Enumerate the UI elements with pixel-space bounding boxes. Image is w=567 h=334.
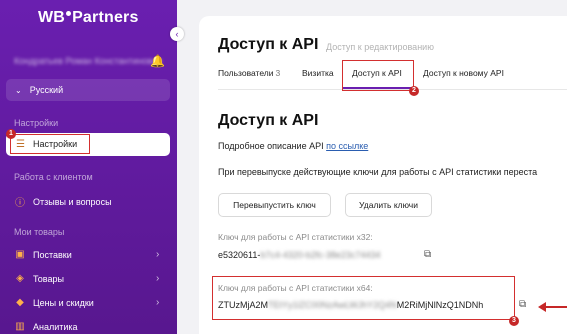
bar-chart-icon: ▥ xyxy=(15,321,25,332)
sidebar-item-label: Товары xyxy=(33,273,64,284)
copy-icon[interactable]: ⧉ xyxy=(424,249,431,260)
copy-icon[interactable]: ⧉ xyxy=(519,299,526,310)
reissue-key-button[interactable]: Перевыпустить ключ xyxy=(218,193,331,217)
tab-business-card[interactable]: Визитка xyxy=(302,68,334,78)
box-icon: ◈ xyxy=(16,273,24,284)
sidebar-item-prices[interactable]: ◆ Цены и скидки › xyxy=(12,297,159,308)
logo[interactable]: WB Partners xyxy=(38,9,139,27)
sidebar-item-label: Цены и скидки xyxy=(33,297,94,308)
sidebar: WB Partners Кондратьев Роман Константинов… xyxy=(0,0,177,334)
chevron-right-icon: › xyxy=(156,273,160,284)
tab-new-api-access[interactable]: Доступ к новому API xyxy=(423,68,504,78)
sidebar-item-settings[interactable]: ☰ Настройки xyxy=(6,133,170,156)
sidebar-item-label: Поставки xyxy=(33,249,72,260)
delete-keys-button[interactable]: Удалить ключи xyxy=(345,193,432,217)
sidebar-item-products[interactable]: ◈ Товары › xyxy=(12,273,159,284)
section-settings: Настройки xyxy=(14,118,59,128)
section-my-products: Мои товары xyxy=(14,227,65,237)
tab-users[interactable]: Пользователи 3 xyxy=(218,68,280,78)
alert-circle-icon: ⓘ xyxy=(15,198,25,209)
sidebar-item-analytics[interactable]: ▥ Аналитика xyxy=(12,321,78,332)
tab-label: Доступ к новому API xyxy=(423,68,504,78)
annotation-arrow-line xyxy=(545,306,567,308)
sidebar-item-label: Отзывы и вопросы xyxy=(33,196,112,207)
page-subtitle: Доступ к редактированию xyxy=(326,42,434,52)
sidebar-item-label: Аналитика xyxy=(33,321,78,332)
annotation-badge-3: 3 xyxy=(509,316,519,326)
sidebar-item-label: Настройки xyxy=(33,139,78,149)
key32-label: Ключ для работы с API статистики x32: xyxy=(218,232,373,242)
annotation-badge-1: 1 xyxy=(6,129,16,139)
api-description: Подробное описание API по ссылке xyxy=(218,141,368,151)
description-text: Подробное описание API xyxy=(218,141,324,151)
highlight-box-key64 xyxy=(212,276,515,320)
tab-label: Визитка xyxy=(302,68,334,78)
language-label: Русский xyxy=(29,85,64,95)
key32-visible: e5320611- xyxy=(218,250,261,260)
sidebar-item-reviews[interactable]: ⓘ Отзывы и вопросы xyxy=(12,194,112,210)
key32-value[interactable]: e5320611-b7c4-4320-b2fc-38e23c74434 xyxy=(218,250,380,260)
chevron-down-icon: ⌄ xyxy=(15,86,22,95)
sliders-icon: ☰ xyxy=(16,139,25,150)
bell-icon[interactable]: 🔔 xyxy=(150,54,165,68)
logo-dot xyxy=(66,10,72,16)
user-name[interactable]: Кондратьев Роман Константинович xyxy=(14,56,162,66)
sidebar-item-supplies[interactable]: ▣ Поставки › xyxy=(12,249,159,260)
language-selector[interactable]: ⌄ Русский xyxy=(6,79,170,101)
chevron-right-icon: › xyxy=(156,249,160,260)
tag-icon: ◆ xyxy=(16,297,24,308)
annotation-arrow-head xyxy=(538,302,546,312)
annotation-badge-2: 2 xyxy=(409,86,419,96)
page-title: Доступ к API xyxy=(218,36,319,53)
truck-icon: ▣ xyxy=(15,249,25,260)
collapse-sidebar-button[interactable]: ‹ xyxy=(170,27,184,41)
chevron-right-icon: › xyxy=(156,297,160,308)
key32-hidden: b7c4-4320-b2fc-38e23c74434 xyxy=(260,250,381,260)
logo-left: WB xyxy=(38,9,66,26)
highlight-box-tab xyxy=(342,60,414,91)
logo-right: Partners xyxy=(72,9,139,26)
tab-label: Пользователи xyxy=(218,68,274,78)
section-work-with-client: Работа с клиентом xyxy=(14,172,93,182)
docs-link[interactable]: по ссылке xyxy=(326,141,368,151)
tab-count: 3 xyxy=(275,68,281,78)
api-section-heading: Доступ к API xyxy=(218,112,319,129)
reissue-note: При перевыпуске действующие ключи для ра… xyxy=(218,167,538,177)
